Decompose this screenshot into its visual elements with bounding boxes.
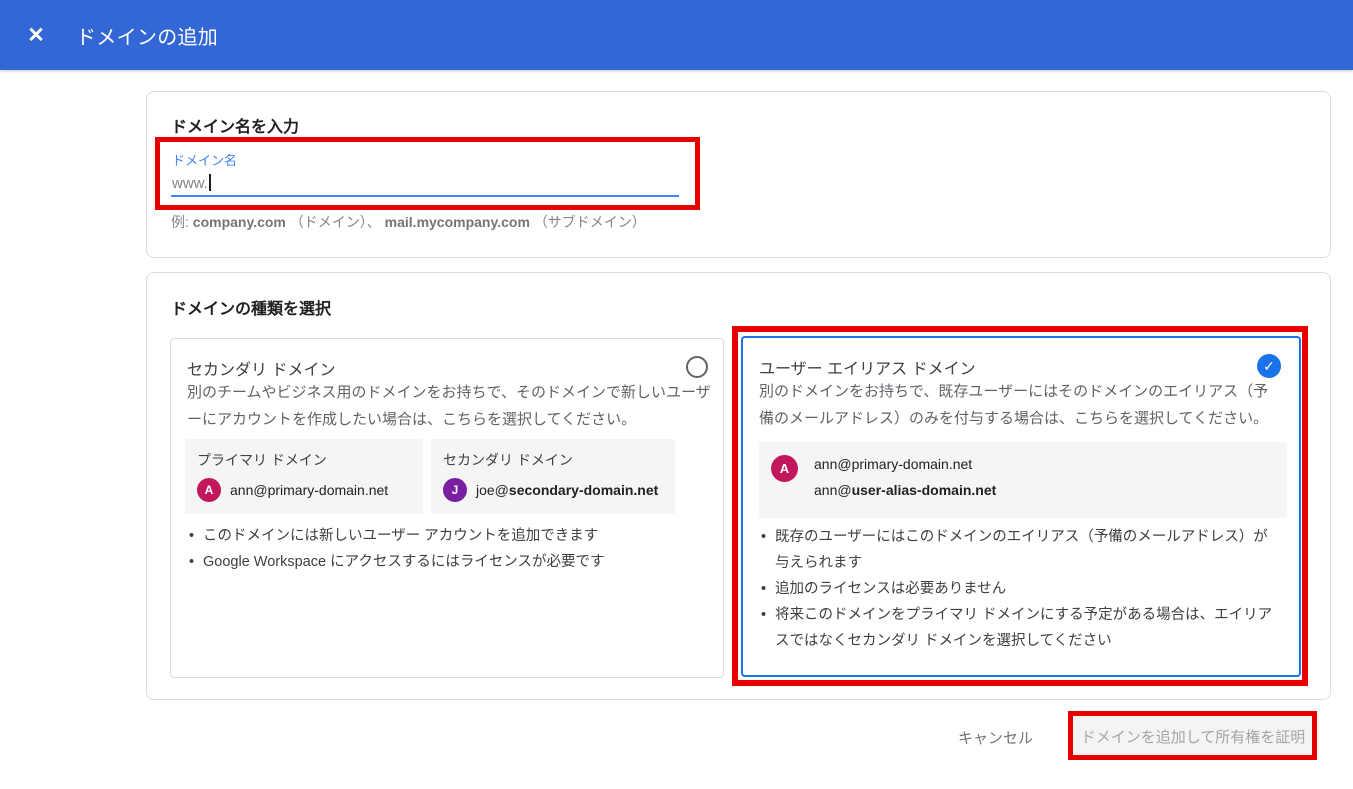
sample-email-primary: ann@primary-domain.net: [814, 451, 996, 477]
dialog-title: ドメインの追加: [76, 21, 218, 50]
sample-email: joe@secondary-domain.net: [476, 482, 658, 498]
bullet-item: Google Workspace にアクセスするにはライセンスが必要です: [187, 549, 711, 575]
domain-input-label: ドメイン名: [172, 150, 237, 169]
hint-text: （ドメイン）、: [286, 214, 385, 230]
bullet-item: 追加のライセンスは必要ありません: [759, 576, 1281, 602]
domain-type-card: ドメインの種類を選択 セカンダリ ドメイン 別のチームやビジネス用のドメインをお…: [146, 272, 1331, 700]
domain-hint: 例: company.com （ドメイン）、 mail.mycompany.co…: [171, 212, 646, 232]
add-domain-submit-button[interactable]: ドメインを追加して所有権を証明: [1073, 716, 1313, 756]
hint-example-subdomain: mail.mycompany.com: [385, 214, 530, 230]
secondary-domain-bullets: このドメインには新しいユーザー アカウントを追加できます Google Work…: [187, 523, 711, 575]
dialog-header: ✕ ドメインの追加: [0, 0, 1353, 70]
avatar-a-icon: A: [197, 478, 221, 502]
hint-example-domain: company.com: [193, 214, 286, 230]
close-icon[interactable]: ✕: [20, 19, 52, 51]
alias-domain-sample: A ann@primary-domain.net ann@user-alias-…: [759, 442, 1287, 518]
domain-name-heading: ドメイン名を入力: [171, 113, 299, 137]
domain-input[interactable]: www.: [172, 174, 211, 192]
sample-email-alias: ann@user-alias-domain.net: [814, 477, 996, 503]
hint-text: 例:: [171, 214, 193, 230]
option-user-alias-domain[interactable]: ユーザー エイリアス ドメイン ✓ 別のドメインをお持ちで、既存ユーザーにはその…: [741, 336, 1301, 677]
email-bold: user-alias-domain.net: [852, 482, 997, 498]
radio-unselected-icon[interactable]: [686, 356, 708, 378]
email-text: ann@: [814, 482, 852, 498]
primary-domain-sample: プライマリ ドメイン A ann@primary-domain.net: [185, 439, 423, 514]
input-underline: [171, 195, 679, 197]
option-secondary-domain[interactable]: セカンダリ ドメイン 別のチームやビジネス用のドメインをお持ちで、そのドメインで…: [170, 338, 724, 678]
hint-text: （サブドメイン）: [530, 214, 646, 230]
option-alias-title: ユーザー エイリアス ドメイン: [759, 355, 976, 379]
email-bold: secondary-domain.net: [509, 482, 658, 498]
sample-label: プライマリ ドメイン: [197, 450, 411, 470]
email-text: joe@: [476, 482, 509, 498]
alias-domain-bullets: 既存のユーザーにはこのドメインのエイリアス（予備のメールアドレス）が与えられます…: [759, 524, 1281, 654]
bullet-item: このドメインには新しいユーザー アカウントを追加できます: [187, 523, 711, 549]
option-alias-description: 別のドメインをお持ちで、既存ユーザーにはそのドメインのエイリアス（予備のメールア…: [759, 378, 1277, 432]
avatar-j-icon: J: [443, 478, 467, 502]
option-secondary-title: セカンダリ ドメイン: [187, 356, 335, 380]
sample-label: セカンダリ ドメイン: [443, 450, 663, 470]
selected-check-icon[interactable]: ✓: [1257, 354, 1281, 378]
bullet-item: 既存のユーザーにはこのドメインのエイリアス（予備のメールアドレス）が与えられます: [759, 524, 1281, 576]
secondary-domain-sample: セカンダリ ドメイン J joe@secondary-domain.net: [431, 439, 675, 514]
avatar-a-icon: A: [771, 455, 798, 482]
cancel-button[interactable]: キャンセル: [948, 722, 1043, 752]
sample-email: ann@primary-domain.net: [230, 482, 388, 498]
email-text: ann@primary-domain.net: [230, 482, 388, 498]
bullet-item: 将来このドメインをプライマリ ドメインにする予定がある場合は、エイリアスではなく…: [759, 602, 1281, 654]
add-domain-dialog: ✕ ドメインの追加 ドメイン名を入力 ドメイン名 www. 例: company…: [0, 0, 1353, 789]
text-caret: [209, 174, 211, 191]
domain-name-card: ドメイン名を入力 ドメイン名 www. 例: company.com （ドメイン…: [146, 91, 1331, 258]
option-secondary-description: 別のチームやビジネス用のドメインをお持ちで、そのドメインで新しいユーザーにアカウ…: [187, 379, 711, 433]
domain-input-value: www.: [172, 175, 208, 192]
domain-type-heading: ドメインの種類を選択: [171, 295, 331, 319]
